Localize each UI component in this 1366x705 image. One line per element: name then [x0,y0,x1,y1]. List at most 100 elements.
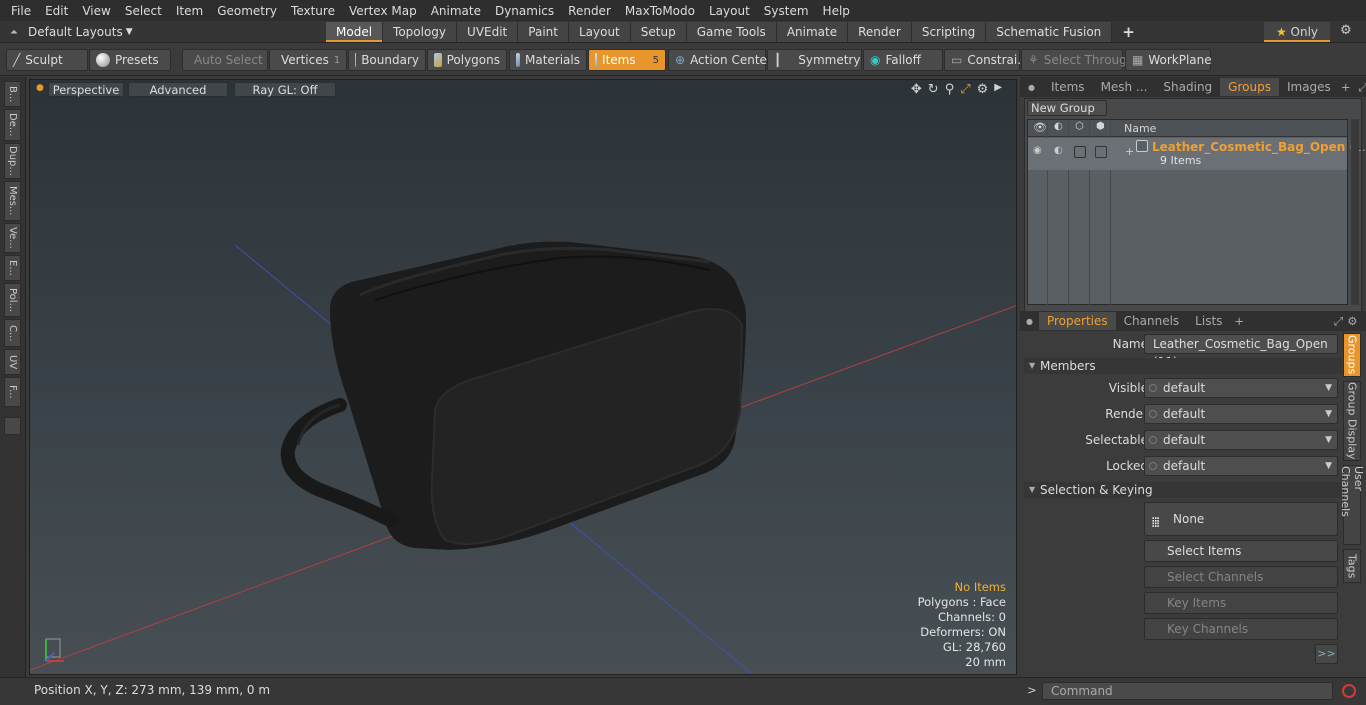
tab-paint[interactable]: Paint [518,22,569,42]
3d-viewport[interactable]: ● Perspective Advanced Ray GL: Off ✥ ↻ ⚲… [29,79,1017,675]
tab-animate[interactable]: Animate [776,22,849,42]
left-tab-extra[interactable] [4,417,21,435]
command-input[interactable]: Command [1042,682,1333,700]
gear-icon[interactable]: ⚙ [1340,23,1352,38]
tab-setup[interactable]: Setup [630,22,687,42]
left-tab-basic[interactable]: B... [4,81,21,107]
props-gear-icon[interactable]: ⚙ [1347,314,1357,328]
auto-select-button[interactable]: Auto Select [182,49,268,71]
tab-properties[interactable]: Properties [1038,312,1116,330]
tab-lists[interactable]: Lists [1187,312,1230,330]
left-tab-curve[interactable]: C... [4,319,21,347]
symmetry-button[interactable]: ┃ Symmetry [767,49,862,71]
left-tab-deform[interactable]: De... [4,109,21,141]
record-icon[interactable] [1342,684,1356,698]
side-tab-group-display[interactable]: Group Display [1343,381,1361,461]
rotate-view-icon[interactable]: ↻ [928,82,939,97]
menu-edit[interactable]: Edit [38,4,75,18]
side-tab-user-channels[interactable]: User Channels [1339,465,1365,545]
expand-button[interactable]: >> [1315,644,1338,664]
tab-model[interactable]: Model [326,22,384,42]
select-items-button[interactable]: Select Items [1144,540,1338,562]
collapse-icon[interactable]: ⏶ [10,27,18,38]
tab-layout[interactable]: Layout [568,22,631,42]
perspective-dropdown[interactable]: Perspective [48,82,124,97]
raygl-toggle[interactable]: Ray GL: Off [234,82,336,97]
group-name[interactable]: Leather_Cosmetic_Bag_Open (1... [1152,140,1366,154]
boundary-button[interactable]: Boundary [348,49,426,71]
menu-vertex-map[interactable]: Vertex Map [342,4,424,18]
zoom-view-icon[interactable]: ⚲ [945,82,955,97]
tab-mesh[interactable]: Mesh ... [1093,78,1156,96]
locked-dropdown[interactable]: default ▼ [1144,456,1338,476]
members-section[interactable]: ▼ Members [1024,358,1342,374]
side-tab-groups[interactable]: Groups [1343,333,1361,377]
panel-menu-dot[interactable]: ● [1028,83,1035,92]
key-items-button[interactable]: Key Items [1144,592,1338,614]
menu-layout[interactable]: Layout [702,4,757,18]
new-group-button[interactable]: New Group [1027,100,1107,116]
advanced-dropdown[interactable]: Advanced [128,82,228,97]
menu-select[interactable]: Select [118,4,169,18]
visibility-eye-icon[interactable]: 👁 [1033,121,1047,134]
sculpt-button[interactable]: ╱ Sculpt [6,49,88,71]
visible-dropdown[interactable]: default ▼ [1144,378,1338,398]
tab-shading[interactable]: Shading [1155,78,1220,96]
row-select-checkbox[interactable] [1074,146,1086,158]
groups-scrollbar[interactable] [1351,119,1359,305]
expand-panel-icon[interactable]: ⤢ [1358,80,1366,95]
expand-props-icon[interactable]: ⤢ [1334,314,1343,329]
menu-view[interactable]: View [75,4,117,18]
key-channels-button[interactable]: Key Channels [1144,618,1338,640]
row-render-icon[interactable]: ◐ [1054,145,1063,156]
select-icon[interactable]: ⬡ [1075,121,1084,132]
menu-help[interactable]: Help [816,4,857,18]
left-tab-mesh[interactable]: Mes... [4,181,21,221]
row-eye-icon[interactable]: ◉ [1033,145,1042,156]
left-tab-vertex[interactable]: Ve... [4,223,21,253]
selectable-dropdown[interactable]: default ▼ [1144,430,1338,450]
materials-button[interactable]: Materials [509,49,587,71]
left-tab-edge[interactable]: E... [4,255,21,281]
left-tab-polygon[interactable]: Pol... [4,283,21,317]
tab-images[interactable]: Images [1279,78,1339,96]
add-tab-button[interactable]: + [1112,22,1145,42]
menu-item[interactable]: Item [169,4,210,18]
tab-render[interactable]: Render [848,22,912,42]
left-tab-fusion[interactable]: F... [4,377,21,407]
falloff-button[interactable]: ◉ Falloff [863,49,943,71]
left-tab-duplicate[interactable]: Dup... [4,143,21,179]
action-center-button[interactable]: ⊕ Action Center [668,49,772,71]
layouts-dropdown[interactable]: ⏶ Default Layouts ▼ [4,23,133,41]
select-channels-button[interactable]: Select Channels [1144,566,1338,588]
none-button[interactable]: ⁞⁞⁞ None [1144,502,1338,536]
render-dropdown[interactable]: default ▼ [1144,404,1338,424]
menu-animate[interactable]: Animate [424,4,488,18]
tab-channels[interactable]: Channels [1116,312,1188,330]
move-view-icon[interactable]: ✥ [911,82,922,97]
menu-geometry[interactable]: Geometry [210,4,284,18]
tab-game-tools[interactable]: Game Tools [686,22,777,42]
side-tab-tags[interactable]: Tags [1343,549,1361,583]
name-field[interactable]: Leather_Cosmetic_Bag_Open (11) [1144,334,1338,369]
tab-schematic-fusion[interactable]: Schematic Fusion [986,22,1113,42]
tab-topology[interactable]: Topology [383,22,458,42]
play-arrow-icon[interactable]: ▶ [994,82,1002,97]
menu-dynamics[interactable]: Dynamics [488,4,561,18]
presets-button[interactable]: Presets [89,49,171,71]
tab-uvedit[interactable]: UVEdit [457,22,519,42]
menu-file[interactable]: File [4,4,38,18]
render-icon[interactable]: ◐ [1054,121,1063,132]
menu-texture[interactable]: Texture [284,4,342,18]
tab-scripting[interactable]: Scripting [911,22,987,42]
menu-system[interactable]: System [757,4,816,18]
constraints-button[interactable]: ▭ Constrai... [944,49,1029,71]
select-through-button[interactable]: ⚘ Select Through [1021,49,1134,71]
viewport-settings-icon[interactable]: ⚙ [977,82,989,97]
props-menu-dot[interactable]: ● [1026,317,1033,326]
expand-plus-icon[interactable]: + [1125,145,1134,158]
row-lock-checkbox[interactable] [1095,146,1107,158]
polygons-button[interactable]: Polygons [427,49,507,71]
selection-keying-section[interactable]: ▼ Selection & Keying [1024,482,1342,498]
vertices-button[interactable]: Vertices 1 [269,49,347,71]
